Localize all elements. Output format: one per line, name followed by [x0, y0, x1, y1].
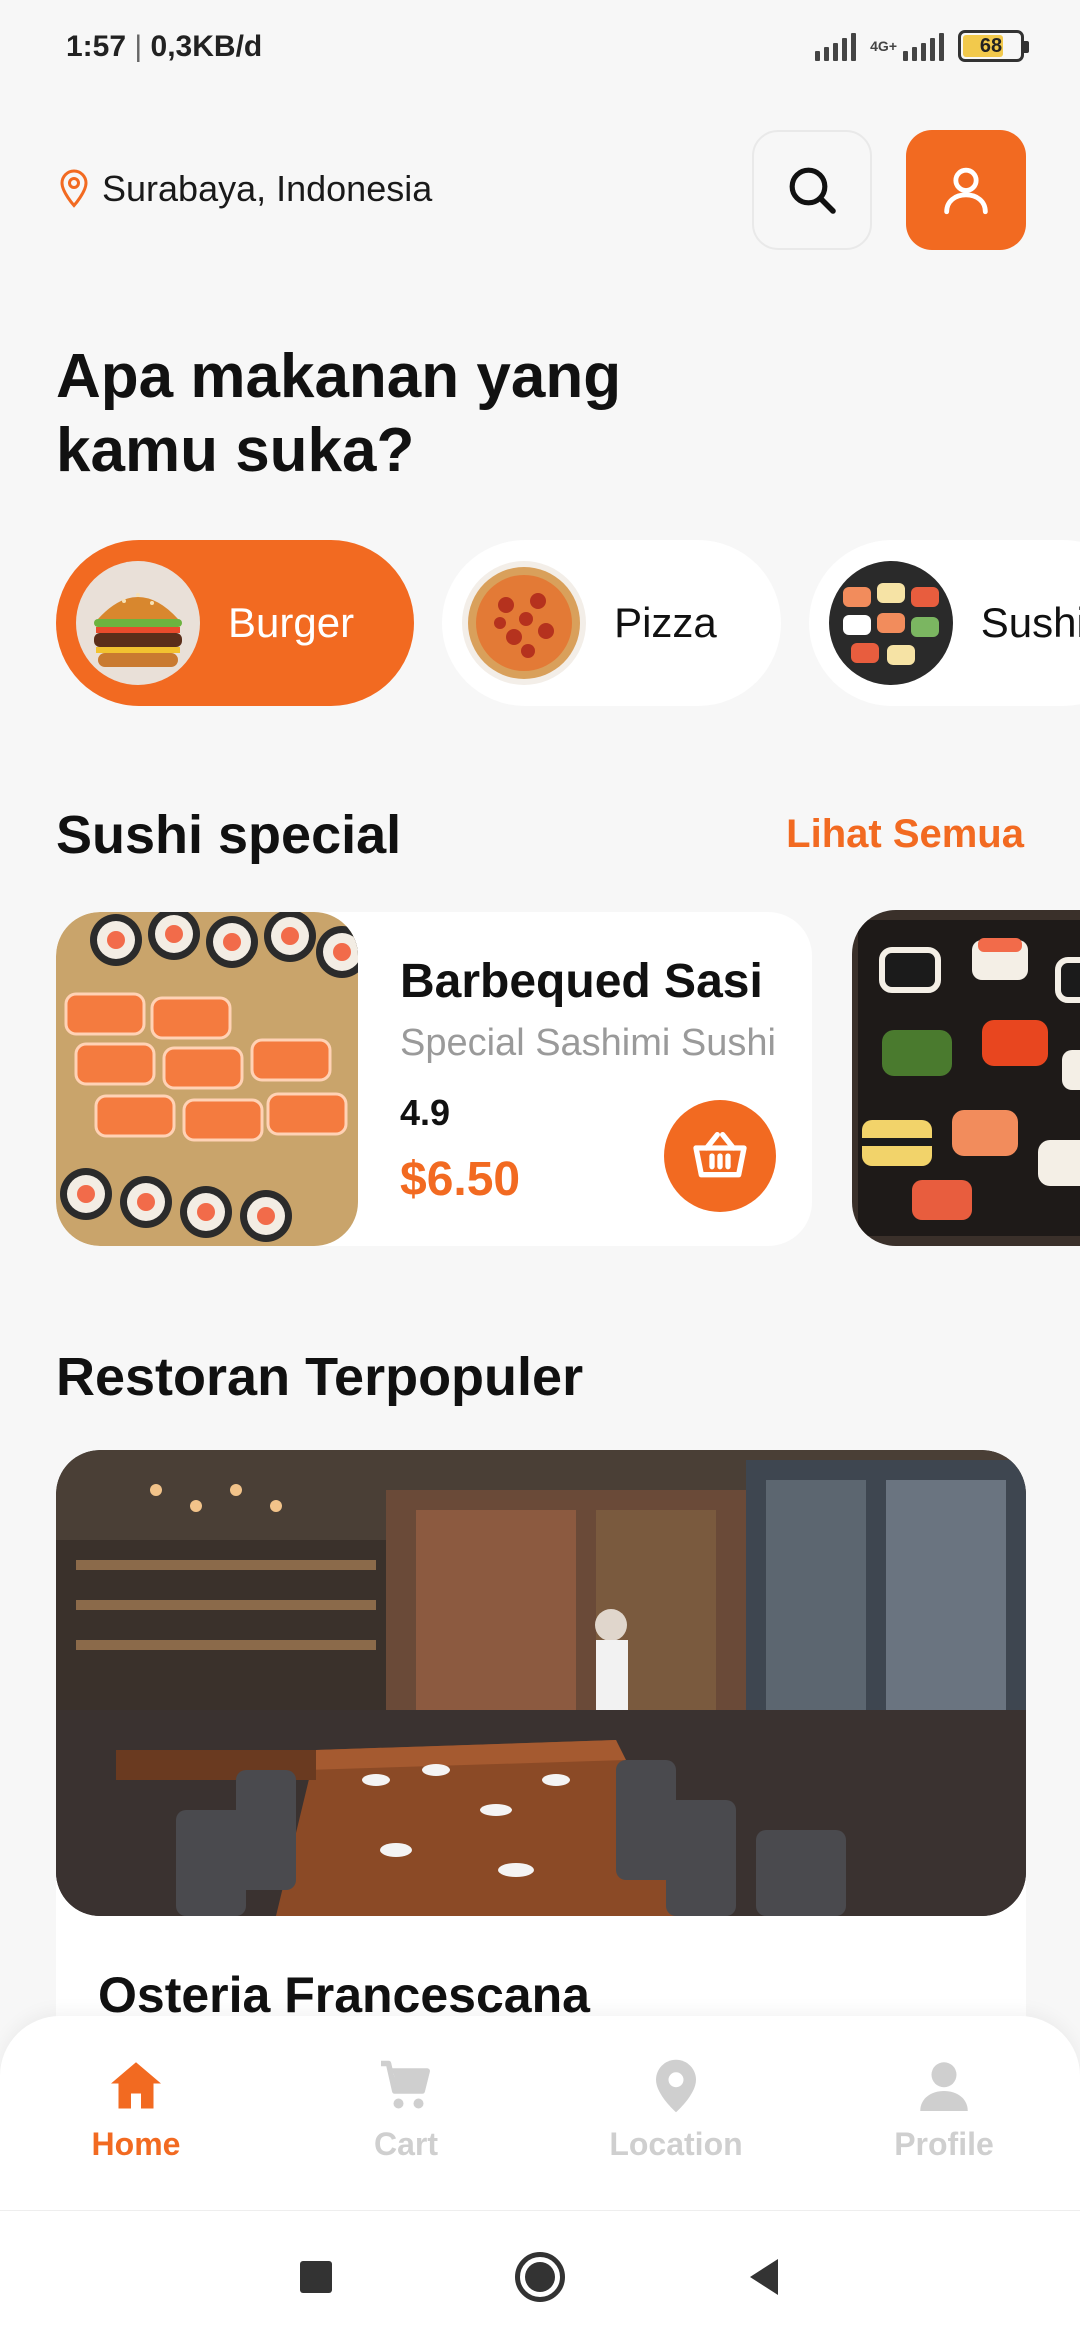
- back-triangle-icon: [750, 2259, 778, 2295]
- food-rating: 4.9: [400, 1092, 451, 1133]
- user-icon: [944, 167, 988, 215]
- bottom-navigation: Home Cart Location Profile: [0, 2016, 1080, 2210]
- back-button[interactable]: [734, 2247, 794, 2307]
- recents-button[interactable]: [286, 2247, 346, 2307]
- food-subtitle: Special Sashimi Sushi: [400, 1022, 776, 1064]
- category-label: Sushi: [980, 599, 1080, 646]
- nav-label: Location: [609, 2126, 743, 2162]
- status-bar: 1:57 | 0,3KB/d 4G+ 68: [0, 0, 1080, 96]
- home-icon: [111, 2062, 161, 2109]
- category-chip-sushi[interactable]: Sushi: [808, 540, 1080, 706]
- category-chip-burger[interactable]: Burger: [56, 540, 415, 706]
- system-navigation-bar: [0, 2210, 1080, 2340]
- category-chip-pizza[interactable]: Pizza: [442, 540, 781, 706]
- clock: 1:57: [66, 30, 127, 63]
- signal-icon-2: [903, 31, 944, 61]
- sushi-image: [828, 561, 953, 685]
- restaurant-card[interactable]: Osteria Francescana: [56, 1450, 1026, 2070]
- nav-label: Home: [91, 2126, 181, 2162]
- network-speed: 0,3KB/d: [150, 30, 263, 63]
- page-headline: Apa makanan yang kamu suka?: [56, 342, 622, 485]
- nav-label: Cart: [373, 2126, 438, 2162]
- cart-icon: [381, 2060, 430, 2109]
- nav-cart[interactable]: Cart: [306, 2056, 506, 2163]
- food-title: Barbequed Sasi: [400, 955, 763, 1008]
- battery-icon: 68: [958, 30, 1029, 62]
- restaurant-image: [56, 1450, 1026, 1916]
- circle-icon: [515, 2252, 565, 2302]
- category-label: Pizza: [614, 599, 717, 646]
- add-to-cart-button[interactable]: [664, 1100, 776, 1212]
- location-selector[interactable]: Surabaya, Indonesia: [56, 168, 432, 210]
- nav-location[interactable]: Location: [576, 2056, 776, 2163]
- food-card-next[interactable]: [852, 910, 1080, 1246]
- location-pin-icon: [656, 2059, 696, 2113]
- section-title-restaurants: Restoran Terpopuler: [56, 1347, 584, 1407]
- location-label: Surabaya, Indonesia: [102, 168, 433, 209]
- basket-icon: [693, 1132, 747, 1178]
- signal-icon: [815, 31, 857, 61]
- network-type: 4G+: [870, 38, 897, 54]
- home-button[interactable]: [510, 2247, 570, 2307]
- profile-icon: [920, 2062, 968, 2111]
- section-title-sushi: Sushi special: [56, 805, 402, 865]
- status-time: 1:57 | 0,3KB/d: [66, 30, 263, 63]
- category-list: Burger Pizza Sushi: [56, 540, 1080, 706]
- nav-profile[interactable]: Profile: [844, 2056, 1044, 2163]
- food-card[interactable]: Barbequed Sasi Special Sashimi Sushi 4.9…: [56, 912, 812, 1246]
- search-button[interactable]: [752, 130, 872, 250]
- burger-image: [76, 561, 200, 685]
- square-icon: [300, 2261, 332, 2293]
- app-screen: 1:57 | 0,3KB/d 4G+ 68 Surabaya, Indonesi…: [0, 0, 1080, 2340]
- food-image: [56, 912, 358, 1246]
- nav-home[interactable]: Home: [36, 2056, 236, 2163]
- pizza-image: [462, 561, 587, 685]
- category-label: Burger: [228, 599, 355, 646]
- search-icon: [789, 167, 836, 214]
- location-pin-icon: [60, 169, 88, 208]
- status-icons: 4G+ 68: [815, 30, 1029, 62]
- battery-level: 68: [979, 34, 1003, 57]
- profile-button[interactable]: [906, 130, 1026, 250]
- see-all-link[interactable]: Lihat Semua: [786, 812, 1024, 857]
- nav-label: Profile: [894, 2126, 994, 2162]
- food-price: $6.50: [400, 1153, 521, 1206]
